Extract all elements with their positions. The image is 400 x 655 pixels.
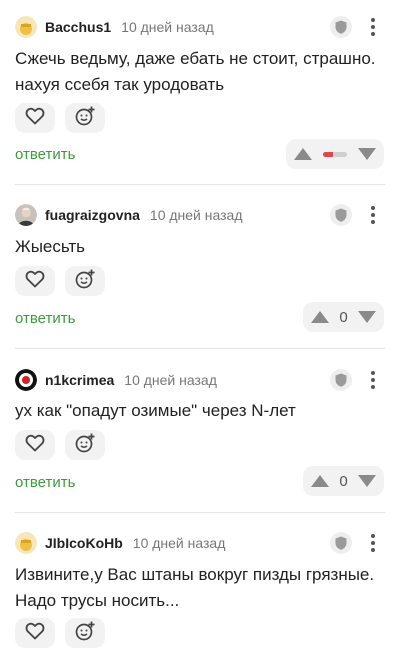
divider	[15, 512, 385, 513]
comment-header: JIbIcoKoHb 10 дней назад	[15, 532, 225, 554]
arrow-up-icon[interactable]	[311, 475, 329, 487]
comment-time: 10 дней назад	[149, 207, 243, 223]
react-button[interactable]	[65, 266, 105, 296]
comment-time: 10 дней назад	[132, 535, 226, 551]
like-button[interactable]	[15, 103, 55, 133]
reply-button[interactable]: ответить	[15, 474, 75, 491]
author-name[interactable]: JIbIcoKoHb	[45, 535, 123, 551]
kebab-menu-icon[interactable]	[366, 204, 380, 226]
kebab-menu-icon[interactable]	[366, 369, 380, 391]
comment-time: 10 дней назад	[121, 19, 214, 35]
arrow-down-icon[interactable]	[358, 475, 376, 487]
reply-button[interactable]: ответить	[15, 310, 75, 327]
divider	[15, 184, 385, 185]
shield-icon[interactable]	[330, 532, 352, 554]
divider	[15, 348, 385, 349]
arrow-down-icon[interactable]	[358, 148, 376, 160]
rating-control: 0	[303, 466, 384, 496]
arrow-up-icon[interactable]	[294, 148, 312, 160]
rating-ratio-bar	[323, 151, 347, 157]
avatar[interactable]	[15, 369, 37, 391]
shield-icon[interactable]	[330, 369, 352, 391]
author-name[interactable]: Bacchus1	[45, 19, 111, 35]
react-button[interactable]	[65, 618, 105, 648]
rating-score: 0	[339, 308, 348, 326]
heart-icon	[25, 107, 45, 130]
rating-control	[286, 139, 384, 169]
avatar[interactable]	[15, 204, 37, 226]
like-button[interactable]	[15, 430, 55, 460]
emoji-plus-icon	[74, 432, 96, 459]
arrow-down-icon[interactable]	[358, 311, 376, 323]
rating-control: 0	[303, 302, 384, 332]
comment-text: ух как "опадут озимые" через N-лет	[15, 401, 296, 420]
comment-text: Извините,у Вас штаны вокруг пизды грязны…	[15, 565, 375, 610]
heart-icon	[25, 622, 45, 645]
like-button[interactable]	[15, 618, 55, 648]
reply-button[interactable]: ответить	[15, 146, 75, 163]
heart-icon	[25, 270, 45, 293]
shield-icon[interactable]	[330, 204, 352, 226]
react-button[interactable]	[65, 430, 105, 460]
rating-score: 0	[339, 472, 348, 490]
emoji-plus-icon	[74, 620, 96, 647]
kebab-menu-icon[interactable]	[366, 16, 380, 38]
like-button[interactable]	[15, 266, 55, 296]
author-name[interactable]: fuagraizgovna	[45, 207, 140, 223]
comment-text: Жыесьть	[15, 237, 86, 256]
shield-icon[interactable]	[330, 16, 352, 38]
comment-header: n1kcrimea 10 дней назад	[15, 369, 217, 391]
avatar[interactable]	[15, 16, 37, 38]
arrow-up-icon[interactable]	[311, 311, 329, 323]
react-button[interactable]	[65, 103, 105, 133]
heart-icon	[25, 434, 45, 457]
comment-time: 10 дней назад	[124, 372, 217, 388]
emoji-plus-icon	[74, 268, 96, 295]
avatar[interactable]	[15, 532, 37, 554]
kebab-menu-icon[interactable]	[366, 532, 380, 554]
comment-header: fuagraizgovna 10 дней назад	[15, 204, 243, 226]
author-name[interactable]: n1kcrimea	[45, 372, 114, 388]
comment-text: Сжечь ведьму, даже ебать не стоит, страш…	[15, 49, 376, 94]
comment-header: Bacchus1 10 дней назад	[15, 16, 214, 38]
emoji-plus-icon	[74, 105, 96, 132]
